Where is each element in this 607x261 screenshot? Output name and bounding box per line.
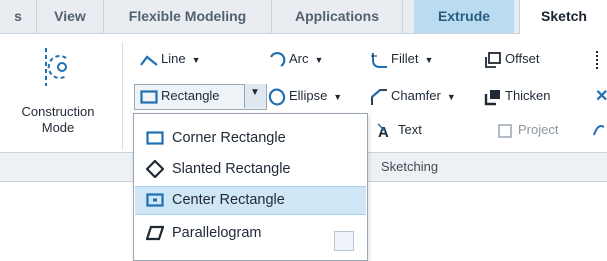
tab-sketch[interactable]: Sketch — [519, 0, 607, 35]
offset-icon — [484, 51, 502, 69]
group-label-sketching: Sketching — [381, 159, 439, 174]
ellipse-button[interactable]: Ellipse ▼ — [268, 85, 342, 107]
more-icon[interactable] — [596, 51, 601, 69]
chevron-down-icon[interactable]: ▼ — [333, 86, 342, 108]
tab-flexible-modeling[interactable]: Flexible Modeling — [104, 0, 272, 33]
tab-view[interactable]: View — [37, 0, 104, 33]
tab-applications[interactable]: Applications — [272, 0, 403, 33]
chevron-down-icon[interactable]: ▼ — [447, 86, 456, 108]
text-label: Text — [398, 122, 422, 137]
line-label: Line — [161, 51, 186, 66]
construction-mode-button[interactable]: Construction Mode — [12, 104, 104, 136]
curve-icon[interactable] — [592, 121, 606, 137]
text-button[interactable]: A Text — [377, 119, 422, 141]
divider — [122, 42, 123, 150]
rectangle-dropdown-menu: Corner Rectangle Slanted Rectangle Cente… — [133, 113, 368, 261]
chevron-down-icon: ▼ — [250, 87, 260, 98]
slanted-rectangle-icon — [145, 159, 165, 179]
rectangle-dropdown-button[interactable]: ▼ — [244, 84, 266, 108]
chamfer-label: Chamfer — [391, 88, 441, 103]
cross-icon[interactable]: ✕ — [595, 86, 607, 106]
center-rectangle-icon — [146, 191, 164, 209]
tab-partial[interactable]: s — [0, 0, 37, 33]
chamfer-icon — [370, 88, 388, 106]
tab-extrude[interactable]: Extrude — [414, 0, 514, 33]
menu-item-parallelogram[interactable]: Parallelogram — [135, 219, 366, 248]
thicken-icon — [484, 88, 502, 106]
menu-item-center-rectangle[interactable]: Center Rectangle — [135, 186, 366, 215]
menu-item-label: Corner Rectangle — [172, 130, 286, 146]
offset-button[interactable]: Offset — [484, 48, 539, 70]
line-icon — [140, 51, 158, 69]
chevron-down-icon[interactable]: ▼ — [315, 49, 324, 71]
fillet-button[interactable]: Fillet ▼ — [370, 48, 433, 70]
thicken-label: Thicken — [505, 88, 551, 103]
ellipse-icon — [268, 88, 286, 106]
menu-item-label: Parallelogram — [172, 225, 262, 241]
parallelogram-icon — [145, 224, 165, 242]
construction-label-1: Construction — [21, 104, 95, 119]
rectangle-icon — [140, 88, 158, 106]
construction-mode-icon[interactable] — [40, 46, 74, 88]
arc-label: Arc — [289, 51, 309, 66]
project-button[interactable]: Project — [497, 119, 558, 141]
corner-rectangle-icon — [146, 129, 164, 147]
chevron-down-icon[interactable]: ▼ — [192, 49, 201, 71]
rectangle-label: Rectangle — [161, 88, 220, 103]
menu-item-label: Slanted Rectangle — [172, 161, 291, 177]
offset-label: Offset — [505, 51, 540, 66]
menu-item-corner-rectangle[interactable]: Corner Rectangle — [135, 124, 366, 153]
ribbon-tab-bar: s View Flexible Modeling Applications Ex… — [0, 0, 607, 35]
rectangle-button[interactable]: Rectangle — [140, 85, 220, 107]
thicken-button[interactable]: Thicken — [484, 85, 551, 107]
construction-label-2: Mode — [41, 120, 75, 135]
menu-item-label: Center Rectangle — [172, 192, 285, 208]
project-icon — [497, 122, 515, 140]
menu-resize-grip[interactable] — [334, 231, 354, 251]
line-button[interactable]: Line ▼ — [140, 48, 201, 70]
chevron-down-icon[interactable]: ▼ — [424, 49, 433, 71]
arc-icon — [268, 51, 286, 69]
fillet-icon — [370, 51, 388, 69]
project-label: Project — [518, 122, 559, 137]
chamfer-button[interactable]: Chamfer ▼ — [370, 85, 456, 107]
text-icon: A — [377, 122, 395, 141]
arc-button[interactable]: Arc ▼ — [268, 48, 323, 70]
menu-item-slanted-rectangle[interactable]: Slanted Rectangle — [135, 155, 366, 184]
fillet-label: Fillet — [391, 51, 419, 66]
ellipse-label: Ellipse — [289, 88, 328, 103]
